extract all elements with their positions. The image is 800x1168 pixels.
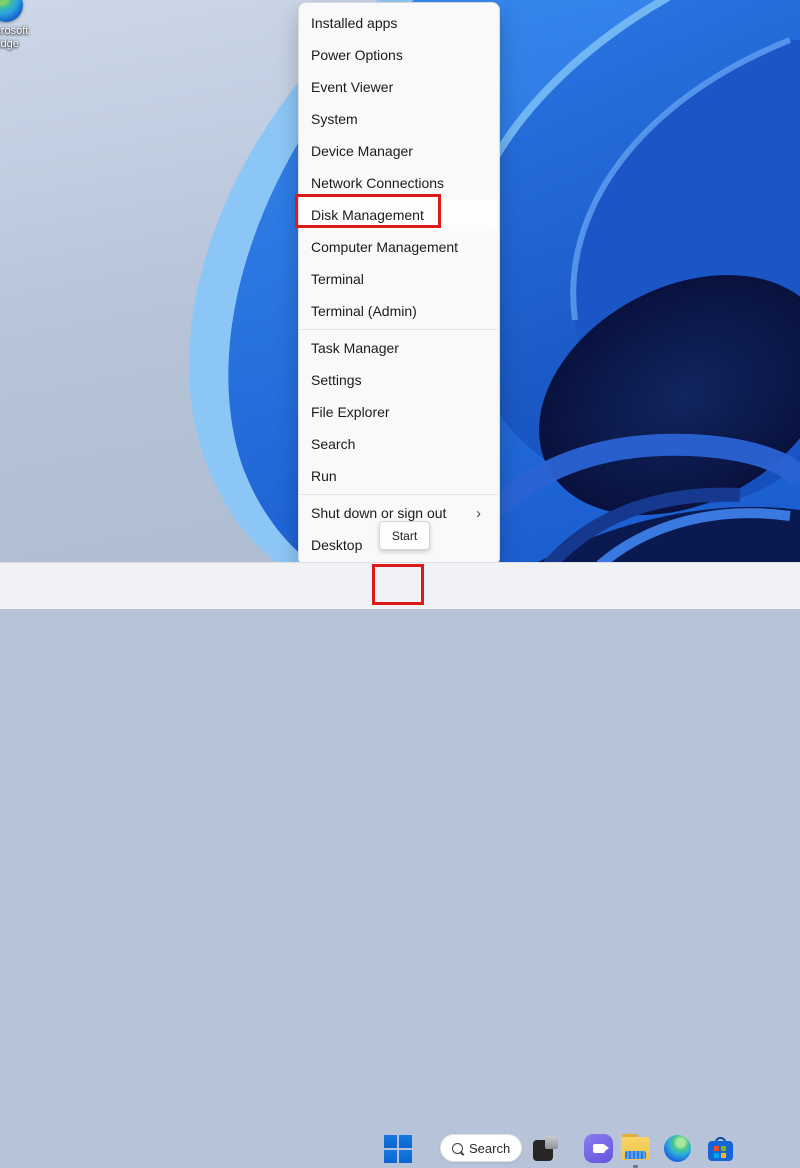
menu-item-task-manager[interactable]: Task Manager: [299, 332, 499, 364]
taskbar-app-window[interactable]: [533, 1136, 558, 1161]
menu-item-system[interactable]: System: [299, 103, 499, 135]
menu-item-terminal[interactable]: Terminal: [299, 263, 499, 295]
menu-item-computer-management[interactable]: Computer Management: [299, 231, 499, 263]
taskbar-edge-button[interactable]: [664, 1135, 691, 1162]
chat-video-icon: [592, 1144, 609, 1153]
start-tooltip: Start: [379, 521, 430, 550]
search-icon: [452, 1142, 463, 1154]
menu-item-search[interactable]: Search: [299, 428, 499, 460]
search-label: Search: [469, 1140, 511, 1156]
menu-item-power-options[interactable]: Power Options: [299, 39, 499, 71]
desktop-shortcut-edge[interactable]: Microsoft Edge: [0, 0, 44, 51]
taskbar-store-button[interactable]: [707, 1135, 734, 1162]
menu-item-device-manager[interactable]: Device Manager: [299, 135, 499, 167]
taskbar: Search: [0, 562, 800, 1168]
taskbar-file-explorer-button[interactable]: [621, 1134, 650, 1161]
edge-icon: [0, 0, 23, 22]
start-button[interactable]: [380, 1132, 416, 1166]
winx-context-menu: Installed apps Power Options Event Viewe…: [298, 2, 500, 566]
menu-item-disk-management[interactable]: Disk Management: [301, 199, 497, 231]
menu-item-file-explorer[interactable]: File Explorer: [299, 396, 499, 428]
menu-item-run[interactable]: Run: [299, 460, 499, 492]
taskbar-chat-button[interactable]: [584, 1134, 613, 1163]
menu-item-event-viewer[interactable]: Event Viewer: [299, 71, 499, 103]
menu-item-settings[interactable]: Settings: [299, 364, 499, 396]
taskbar-search[interactable]: Search: [440, 1134, 522, 1162]
menu-item-label: Shut down or sign out: [311, 505, 447, 521]
menu-separator: [300, 329, 498, 330]
shortcut-label: Microsoft Edge: [0, 25, 29, 50]
chevron-right-icon: ›: [476, 504, 481, 522]
menu-item-installed-apps[interactable]: Installed apps: [299, 7, 499, 39]
menu-separator: [300, 494, 498, 495]
menu-item-network-connections[interactable]: Network Connections: [299, 167, 499, 199]
menu-item-terminal-admin[interactable]: Terminal (Admin): [299, 295, 499, 327]
windows-logo-icon: [384, 1135, 412, 1163]
